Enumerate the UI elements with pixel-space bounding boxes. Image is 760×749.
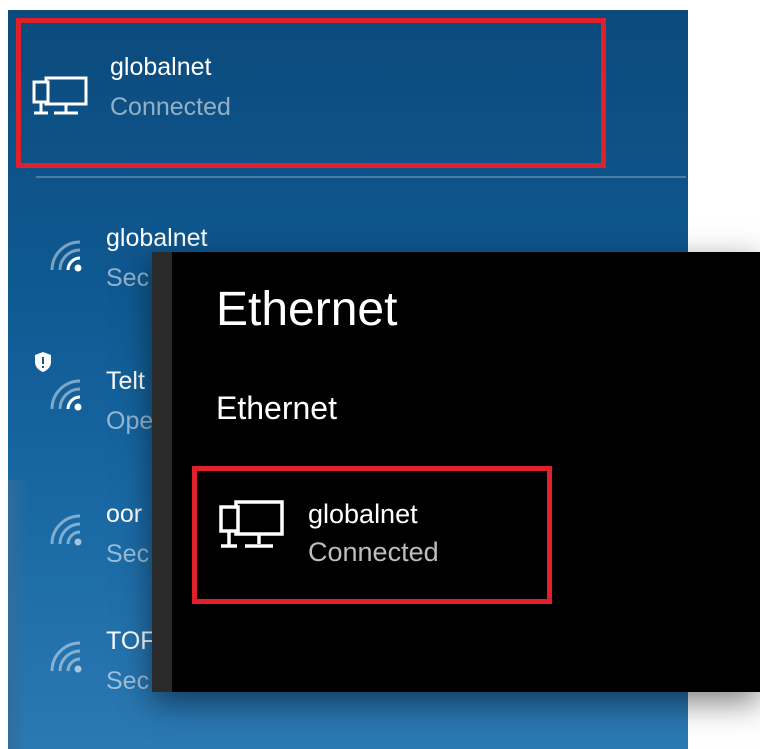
- highlight-box: [16, 18, 606, 168]
- network-name: globalnet: [106, 224, 208, 252]
- scrollbar[interactable]: [152, 252, 172, 692]
- network-name: oor: [106, 500, 143, 528]
- wifi-icon: [50, 641, 82, 673]
- highlight-box: [192, 466, 552, 604]
- divider: [36, 176, 686, 178]
- network-status: Sec: [106, 540, 150, 568]
- network-status: Sec: [106, 667, 150, 695]
- network-status: Sec: [106, 264, 150, 292]
- shield-icon: [35, 352, 51, 372]
- network-status: Ope: [106, 407, 154, 435]
- wifi-icon: [50, 240, 82, 272]
- page-title: Ethernet: [216, 283, 398, 336]
- wifi-icon: [50, 379, 82, 411]
- network-name: Telt: [106, 367, 145, 395]
- network-name: TOF: [106, 627, 156, 655]
- section-heading: Ethernet: [216, 390, 337, 426]
- ethernet-panel: Ethernet Ethernet globalnet Connected: [152, 252, 760, 692]
- wifi-icon: [50, 514, 82, 546]
